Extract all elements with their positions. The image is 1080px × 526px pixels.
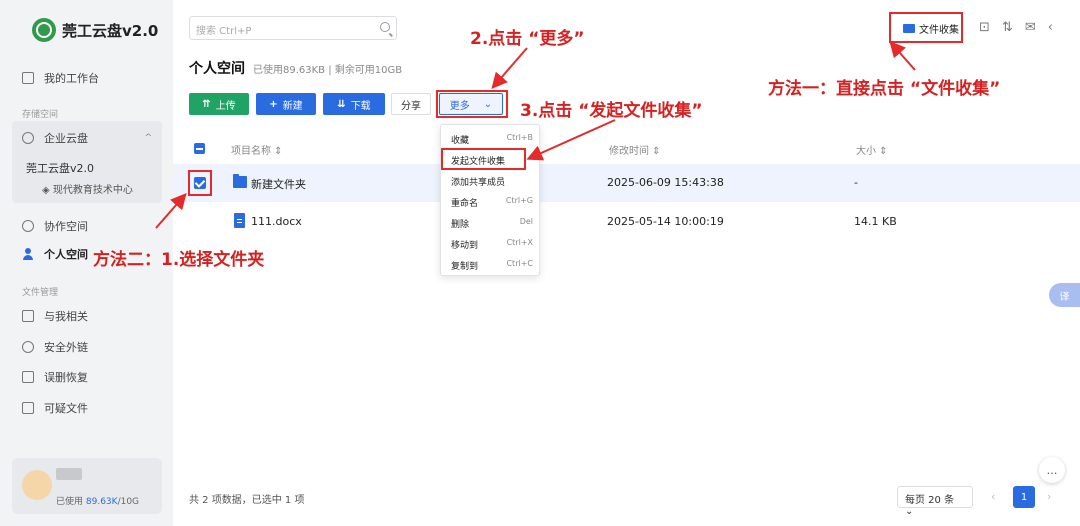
sidebar-item-secure-link[interactable]: 安全外链 xyxy=(22,339,88,355)
more-menu: 收藏 Ctrl+B 发起文件收集 添加共享成员 重命名 Ctrl+G 删除 Del 移… xyxy=(440,124,540,276)
chevron-left-icon[interactable]: ‹ xyxy=(1048,20,1053,35)
logo[interactable]: 莞工云盘v2.0 xyxy=(32,18,158,42)
storage-card[interactable]: 已使用 89.63K/10G xyxy=(12,458,162,514)
highlight-checkbox xyxy=(188,170,212,196)
monitor-download-icon[interactable]: ⊡ xyxy=(979,20,990,35)
highlight-file-collect xyxy=(889,12,963,43)
translate-button[interactable]: 译 xyxy=(1049,283,1080,307)
word-doc-icon xyxy=(234,213,245,228)
users-icon xyxy=(22,220,34,232)
annotation-method-one: 方法一：直接点击 “文件收集” xyxy=(768,79,1001,99)
page-current[interactable]: 1 xyxy=(1013,486,1035,508)
menu-item-rename[interactable]: 重命名 Ctrl+G xyxy=(451,196,533,209)
mail-icon[interactable]: ✉ xyxy=(1025,20,1036,35)
menu-item-add-share-member[interactable]: 添加共享成员 xyxy=(451,175,533,188)
search-input[interactable]: 搜索 Ctrl+P xyxy=(189,16,397,40)
chevron-up-icon[interactable]: ^ xyxy=(144,133,152,143)
sidebar-item-recycle[interactable]: 误删恢复 xyxy=(22,369,88,385)
document-icon xyxy=(22,310,34,322)
file-name[interactable]: 111.docx xyxy=(251,215,302,228)
logo-icon xyxy=(32,18,56,42)
download-icon: ⇊ xyxy=(337,98,346,110)
menu-item-favorite[interactable]: 收藏 Ctrl+B xyxy=(451,133,533,146)
sidebar-item-enterprise-center[interactable]: ◈ 现代教育技术中心 xyxy=(42,181,133,196)
file-name[interactable]: 新建文件夹 xyxy=(251,176,306,192)
section-storage: 存储空间 xyxy=(22,110,59,120)
upload-icon: ⇈ xyxy=(202,98,211,110)
table-row[interactable]: 111.docx 2025-05-14 10:00:19 14.1 KB xyxy=(173,203,1080,241)
select-all-checkbox[interactable] xyxy=(194,143,205,154)
next-page-icon[interactable]: › xyxy=(1047,490,1051,503)
file-modified: 2025-05-14 10:00:19 xyxy=(607,215,724,228)
avatar xyxy=(22,470,52,500)
person-icon xyxy=(22,248,34,260)
table-row[interactable]: 新建文件夹 2025-06-09 15:43:38 - xyxy=(173,164,1080,202)
new-button[interactable]: + 新建 xyxy=(256,93,316,115)
sidebar-item-personal[interactable]: 个人空间 xyxy=(22,246,88,262)
menu-item-delete[interactable]: 删除 Del xyxy=(451,217,533,230)
trash-icon xyxy=(22,371,34,383)
highlight-start-collect xyxy=(441,148,526,170)
page-title: 个人空间 xyxy=(189,61,245,77)
header-size[interactable]: 大小 ⇕ xyxy=(856,142,888,157)
annotation-step-collect: 3.点击 “发起文件收集” xyxy=(520,101,703,121)
share-button[interactable]: 分享 xyxy=(391,93,431,115)
file-size: - xyxy=(854,176,858,189)
folder-icon xyxy=(233,174,247,188)
file-warning-icon xyxy=(22,402,34,414)
menu-item-copy[interactable]: 复制到 Ctrl+C xyxy=(451,259,533,272)
header-name[interactable]: 项目名称 ⇕ xyxy=(231,142,283,157)
sidebar-item-suspicious[interactable]: 可疑文件 xyxy=(22,400,88,416)
logo-text: 莞工云盘v2.0 xyxy=(62,21,159,40)
file-modified: 2025-06-09 15:43:38 xyxy=(607,176,724,189)
sidebar-item-enterprise[interactable]: 企业云盘 ^ xyxy=(22,130,152,146)
transfer-icon[interactable]: ⇅ xyxy=(1002,20,1013,35)
highlight-more xyxy=(436,90,508,118)
cube-icon: ◈ xyxy=(42,185,53,196)
upload-button[interactable]: ⇈ 上传 xyxy=(189,93,249,115)
header-modified[interactable]: 修改时间 ⇕ xyxy=(609,142,661,157)
annotation-step-more: 2.点击 “更多” xyxy=(470,29,585,49)
table-header: 项目名称 ⇕ 修改时间 ⇕ 大小 ⇕ xyxy=(189,136,1080,160)
nodes-icon xyxy=(22,132,34,144)
menu-item-move[interactable]: 移动到 Ctrl+X xyxy=(451,238,533,251)
enterprise-group: 企业云盘 ^ 莞工云盘v2.0 ◈ 现代教育技术中心 xyxy=(12,121,162,203)
sidebar-item-workbench[interactable]: 我的工作台 xyxy=(22,70,99,86)
link-icon xyxy=(22,341,34,353)
selection-count: 共 2 项数据，已选中 1 项 xyxy=(189,495,305,506)
annotation-method-two: 方法二：1.选择文件夹 xyxy=(93,250,265,270)
download-button[interactable]: ⇊ 下载 xyxy=(323,93,385,115)
page-size-select[interactable]: 每页 20 条 ⌄ xyxy=(897,486,973,517)
sidebar-item-collab[interactable]: 协作空间 xyxy=(22,218,88,234)
usage-info: 已使用89.63KB | 剩余可用10GB xyxy=(253,65,403,76)
chat-icon[interactable]: … xyxy=(1039,457,1065,483)
user-name-redacted xyxy=(56,468,82,480)
plus-icon: + xyxy=(269,98,278,110)
section-file-mgmt: 文件管理 xyxy=(22,288,59,298)
sidebar-item-related[interactable]: 与我相关 xyxy=(22,308,88,324)
storage-usage: 已使用 89.63K/10G xyxy=(56,497,140,507)
grid-icon xyxy=(22,72,34,84)
sidebar-item-enterprise-root[interactable]: 莞工云盘v2.0 xyxy=(26,160,94,176)
prev-page-icon[interactable]: ‹ xyxy=(991,490,995,503)
top-toolbar-icons: ⊡ ⇅ ✉ ‹ xyxy=(979,20,1053,35)
file-size: 14.1 KB xyxy=(854,215,897,228)
search-icon[interactable] xyxy=(380,22,390,32)
